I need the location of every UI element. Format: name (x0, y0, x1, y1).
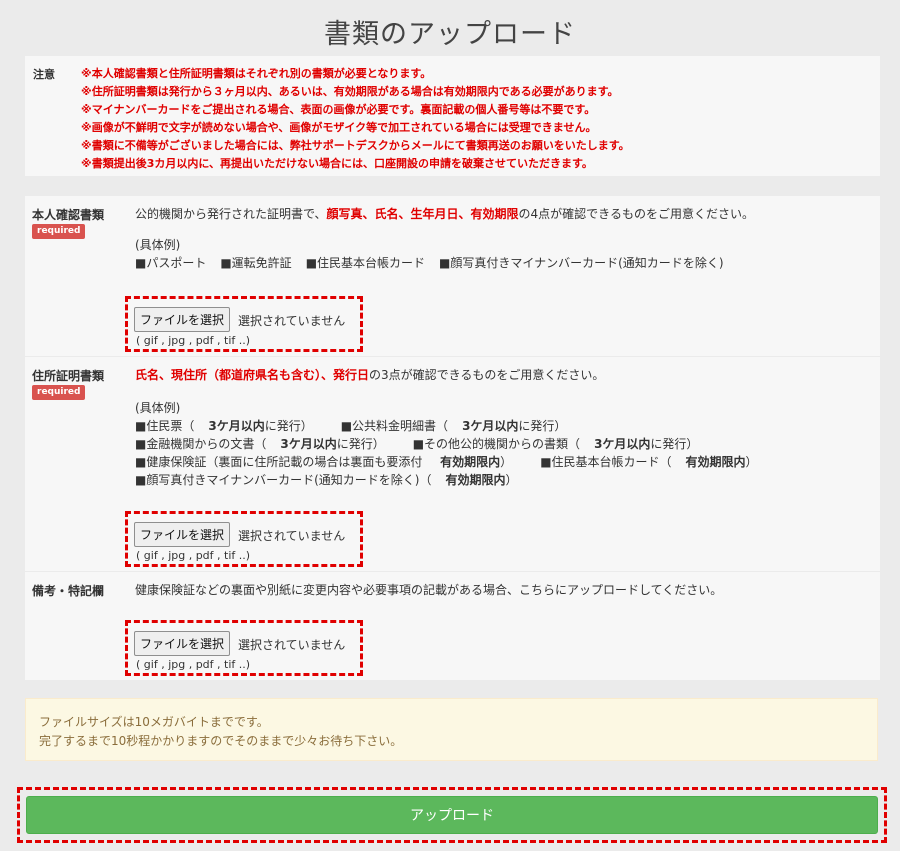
page-title: 書類のアップロード (324, 19, 576, 50)
address-example-row: ■顔写真付きマイナンバーカード(通知カードを除く)（ 有効期限内） (135, 471, 786, 489)
example-item: ■住民基本台帳カード（ 有効期限内） (540, 455, 758, 469)
remarks-section: 備考・特記欄 健康保険証などの裏面や別紙に変更内容や必要事項の記載がある場合、こ… (25, 572, 880, 680)
examples-title: (具体例) (135, 238, 181, 252)
remarks-description: 健康保険証などの裏面や別紙に変更内容や必要事項の記載がある場合、こちらにアップロ… (135, 583, 723, 597)
example-item: ■運転免許証 (220, 256, 292, 270)
address-description: 氏名、現住所（都道府県名も含む）、発行日の3点が確認できるものをご用意ください。 (135, 366, 604, 384)
remarks-upload-box: ファイルを選択 選択されていません ( gif , jpg , pdf , ti… (125, 620, 363, 676)
address-desc-suffix: の3点が確認できるものをご用意ください。 (369, 368, 605, 382)
identity-desc-required: 顔写真、氏名、生年月日、有効期限 (326, 207, 519, 221)
address-section: 住所証明書類 required 氏名、現住所（都道府県名も含む）、発行日の3点が… (25, 357, 880, 571)
identity-file-status: 選択されていません (238, 314, 346, 328)
remarks-extensions: ( gif , jpg , pdf , tif ..) (136, 658, 251, 671)
address-desc-required: 氏名、現住所（都道府県名も含む）、発行日 (135, 368, 370, 382)
remarks-label: 備考・特記欄 (32, 584, 105, 598)
examples-title: (具体例) (135, 401, 181, 415)
example-item: ■健康保険証（裏面に住所記載の場合は裏面も要添付 有効期限内） (135, 455, 513, 469)
address-file-status: 選択されていません (238, 529, 346, 543)
notice-line: ※住所証明書類は発行から３ヶ月以内、あるいは、有効期限がある場合は有効期限内であ… (81, 85, 619, 98)
identity-label: 本人確認書類 (32, 208, 105, 222)
address-example-row: ■金融機関からの文書（ 3ケ月以内に発行） ■その他公的機関からの書類（ 3ケ月以内に… (135, 435, 786, 453)
notice-line: ※書類に不備等がございました場合には、弊社サポートデスクからメールにて書類再送の… (81, 139, 630, 152)
example-item: ■その他公的機関からの書類（ 3ケ月以内に発行） (412, 437, 699, 451)
address-example-row: ■住民票（ 3ケ月以内に発行） ■公共料金明細書（ 3ケ月以内に発行） (135, 417, 786, 435)
identity-file-button[interactable]: ファイルを選択 (134, 307, 231, 332)
notice-panel: 注意 ※本人確認書類と住所証明書類はそれぞれ別の書類が必要となります。 ※住所証… (25, 56, 880, 176)
notice-line: ※書類提出後3カ月以内に、再提出いただけない場合には、口座開設の申請を破棄させて… (81, 157, 593, 170)
info-alert: ファイルサイズは10メガバイトまでです。 完了するまで10秒程かかりますのでその… (25, 698, 878, 761)
identity-examples: (具体例) ■パスポート ■運転免許証 ■住民基本台帳カード ■顔写真付きマイナンバー… (135, 236, 738, 272)
upload-highlight: アップロード (17, 787, 887, 843)
notice-line: ※マイナンバーカードをご提出される場合、表面の画像が必要です。裏面記載の個人番号… (81, 103, 596, 116)
info-file-size: ファイルサイズは10メガバイトまでです。 (39, 715, 269, 729)
remarks-file-button[interactable]: ファイルを選択 (134, 631, 231, 656)
address-file-button[interactable]: ファイルを選択 (134, 522, 231, 547)
remarks-file-status: 選択されていません (238, 638, 346, 652)
identity-description: 公的機関から発行された証明書で、顔写真、氏名、生年月日、有効期限の4点が確認でき… (135, 205, 754, 223)
address-upload-box: ファイルを選択 選択されていません ( gif , jpg , pdf , ti… (125, 511, 363, 567)
example-item: ■顔写真付きマイナンバーカード(通知カードを除く)（ 有効期限内） (135, 473, 518, 487)
notice-line: ※画像が不鮮明で文字が読めない場合や、画像がモザイク等で加工されている場合には受… (81, 121, 597, 134)
address-example-row: ■健康保険証（裏面に住所記載の場合は裏面も要添付 有効期限内） ■住民基本台帳カー… (135, 453, 786, 471)
info-wait: 完了するまで10秒程かかりますのでそのままで少々お待ち下さい。 (39, 734, 403, 748)
example-item: ■公共料金明細書（ 3ケ月以内に発行） (340, 419, 567, 433)
address-extensions: ( gif , jpg , pdf , tif ..) (136, 549, 251, 562)
example-item: ■顔写真付きマイナンバーカード(通知カードを除く) (439, 256, 724, 270)
notice-label: 注意 (33, 68, 55, 81)
example-item: ■住民票（ 3ケ月以内に発行） (135, 419, 313, 433)
identity-extensions: ( gif , jpg , pdf , tif ..) (136, 334, 251, 347)
address-examples: (具体例) ■住民票（ 3ケ月以内に発行） ■公共料金明細書（ 3ケ月以内に発行） ■… (135, 399, 786, 489)
identity-upload-box: ファイルを選択 選択されていません ( gif , jpg , pdf , ti… (125, 296, 363, 352)
example-item: ■金融機関からの文書（ 3ケ月以内に発行） (135, 437, 385, 451)
identity-desc-prefix: 公的機関から発行された証明書で、 (135, 207, 327, 221)
notice-line: ※本人確認書類と住所証明書類はそれぞれ別の書類が必要となります。 (81, 67, 432, 80)
identity-example-row: ■パスポート ■運転免許証 ■住民基本台帳カード ■顔写真付きマイナンバーカード(通知… (135, 254, 738, 272)
upload-button[interactable]: アップロード (26, 796, 878, 834)
address-label: 住所証明書類 (32, 369, 105, 383)
notice-lines: ※本人確認書類と住所証明書類はそれぞれ別の書類が必要となります。 ※住所証明書類… (81, 65, 630, 173)
identity-section: 本人確認書類 required 公的機関から発行された証明書で、顔写真、氏名、生… (25, 196, 880, 356)
example-item: ■パスポート (135, 256, 207, 270)
identity-desc-suffix: の4点が確認できるものをご用意ください。 (518, 207, 754, 221)
example-item: ■住民基本台帳カード (305, 256, 426, 270)
required-badge: required (32, 385, 86, 400)
required-badge: required (32, 224, 86, 239)
